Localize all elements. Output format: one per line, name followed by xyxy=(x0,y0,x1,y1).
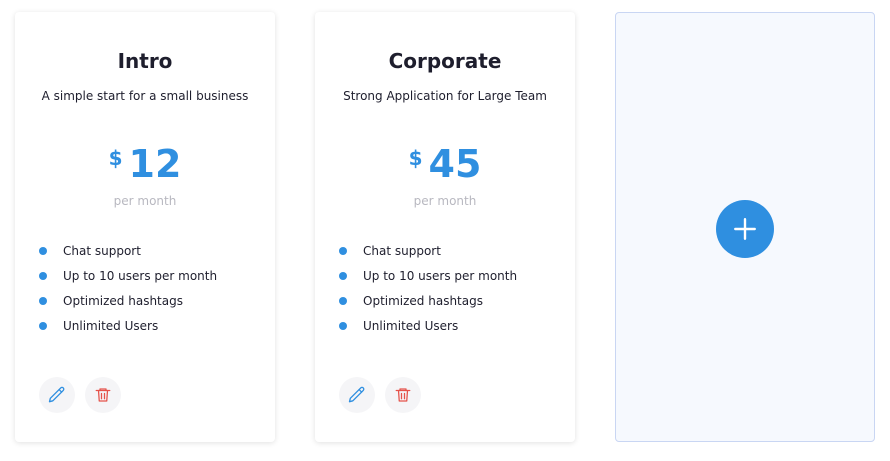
bullet-icon xyxy=(39,272,47,280)
feature-item: Optimized hashtags xyxy=(339,292,517,317)
delete-button[interactable] xyxy=(385,377,421,413)
pencil-icon xyxy=(348,386,365,403)
bullet-icon xyxy=(339,297,347,305)
price-amount: 45 xyxy=(428,142,482,186)
bullet-icon xyxy=(39,297,47,305)
plan-name: Corporate xyxy=(388,49,502,73)
feature-label: Up to 10 users per month xyxy=(63,269,218,283)
plan-description: A simple start for a small business xyxy=(41,89,249,103)
trash-icon xyxy=(95,388,111,402)
feature-label: Unlimited Users xyxy=(363,319,459,333)
feature-item: Optimized hashtags xyxy=(39,292,217,317)
feature-label: Chat support xyxy=(63,244,141,258)
plan-description: Strong Application for Large Team xyxy=(343,89,547,103)
price-period: per month xyxy=(113,194,177,208)
feature-label: Optimized hashtags xyxy=(363,294,483,308)
trash-icon xyxy=(395,388,411,402)
bullet-icon xyxy=(339,272,347,280)
feature-label: Up to 10 users per month xyxy=(363,269,518,283)
plan-price: $45 xyxy=(315,142,575,186)
bullet-icon xyxy=(339,322,347,330)
card-actions xyxy=(339,377,421,413)
feature-item: Unlimited Users xyxy=(39,317,217,342)
feature-list: Chat support Up to 10 users per month Op… xyxy=(339,242,517,342)
feature-item: Chat support xyxy=(39,242,217,267)
feature-item: Chat support xyxy=(339,242,517,267)
bullet-icon xyxy=(39,247,47,255)
feature-item: Up to 10 users per month xyxy=(39,267,217,292)
price-period: per month xyxy=(413,194,477,208)
plan-name: Intro xyxy=(117,49,173,73)
price-currency: $ xyxy=(108,146,123,170)
edit-button[interactable] xyxy=(39,377,75,413)
feature-label: Optimized hashtags xyxy=(63,294,183,308)
feature-item: Unlimited Users xyxy=(339,317,517,342)
add-plan-button[interactable] xyxy=(716,200,774,258)
plan-card-intro: Intro A simple start for a small busines… xyxy=(15,12,275,442)
price-currency: $ xyxy=(408,146,423,170)
edit-button[interactable] xyxy=(339,377,375,413)
feature-item: Up to 10 users per month xyxy=(339,267,517,292)
feature-label: Unlimited Users xyxy=(63,319,159,333)
plan-price: $12 xyxy=(15,142,275,186)
plan-card-corporate: Corporate Strong Application for Large T… xyxy=(315,12,575,442)
feature-list: Chat support Up to 10 users per month Op… xyxy=(39,242,217,342)
delete-button[interactable] xyxy=(85,377,121,413)
price-amount: 12 xyxy=(128,142,182,186)
card-actions xyxy=(39,377,121,413)
bullet-icon xyxy=(339,247,347,255)
pencil-icon xyxy=(48,386,65,403)
bullet-icon xyxy=(39,322,47,330)
feature-label: Chat support xyxy=(363,244,441,258)
plus-icon xyxy=(734,218,756,240)
add-plan-card[interactable] xyxy=(615,12,875,442)
